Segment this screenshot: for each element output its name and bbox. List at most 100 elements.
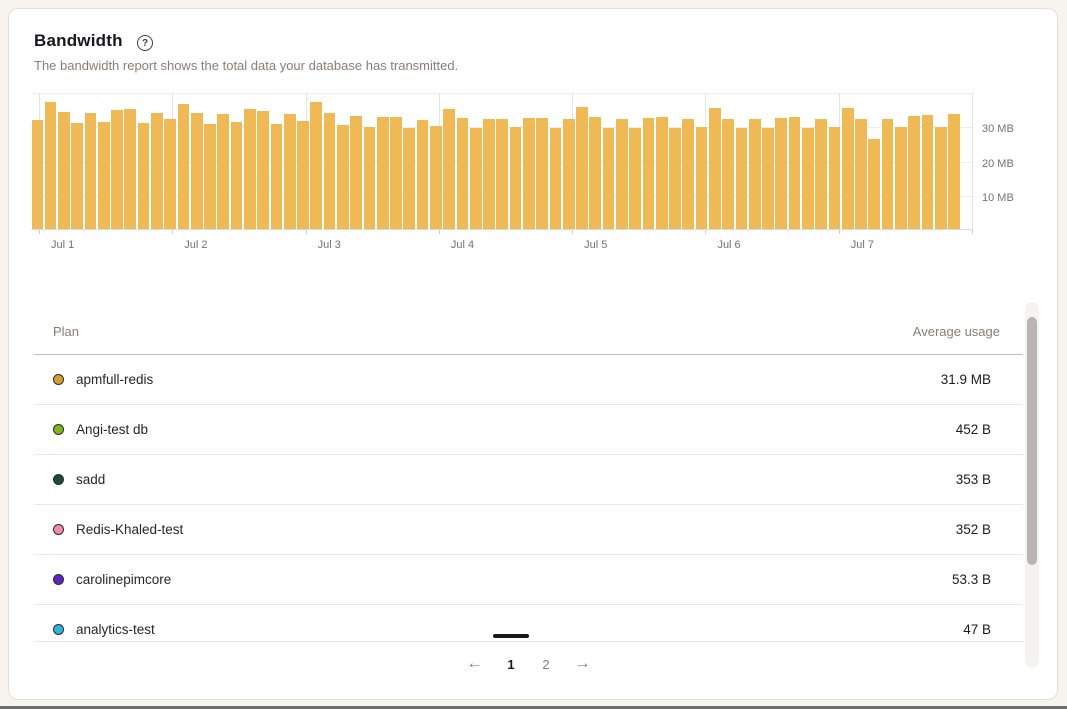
bandwidth-bar bbox=[204, 124, 216, 229]
bandwidth-bar bbox=[510, 127, 522, 229]
bandwidth-bar bbox=[271, 124, 283, 229]
bandwidth-bar bbox=[736, 128, 748, 229]
bandwidth-bar bbox=[138, 123, 150, 229]
plan-name: carolinepimcore bbox=[76, 572, 171, 587]
table-row[interactable]: Redis-Khaled-test352 B bbox=[34, 505, 1023, 555]
bandwidth-bar bbox=[536, 118, 548, 229]
bandwidth-bar bbox=[656, 117, 668, 229]
bandwidth-bar bbox=[98, 122, 110, 229]
bandwidth-bar bbox=[895, 127, 907, 229]
bandwidth-bar bbox=[629, 128, 641, 229]
axis-tick bbox=[839, 230, 840, 234]
x-axis-label: Jul 3 bbox=[318, 239, 341, 251]
bandwidth-bar bbox=[324, 113, 336, 229]
bandwidth-bar bbox=[775, 118, 787, 229]
bandwidth-bar bbox=[443, 109, 455, 229]
bandwidth-card: Bandwidth ? The bandwidth report shows t… bbox=[8, 8, 1058, 700]
bandwidth-bar bbox=[390, 117, 402, 229]
day-gridline bbox=[972, 93, 973, 230]
bandwidth-bar bbox=[762, 128, 774, 229]
bandwidth-bar bbox=[470, 128, 482, 229]
bandwidth-bar bbox=[829, 127, 841, 229]
bandwidth-bar bbox=[71, 123, 83, 229]
column-header-average-usage: Average usage bbox=[913, 324, 1000, 339]
bandwidth-bar bbox=[284, 114, 296, 229]
scrollbar-thumb[interactable] bbox=[1027, 317, 1037, 565]
page-button-2[interactable]: 2 bbox=[529, 657, 564, 672]
table-scrollbar[interactable] bbox=[1025, 302, 1039, 668]
bandwidth-bar bbox=[550, 128, 562, 229]
bandwidth-bar bbox=[643, 118, 655, 229]
plan-usage-table: apmfull-redis 31.9 MB Angi-test db452 Bsad… bbox=[34, 355, 1023, 642]
bandwidth-bar bbox=[58, 112, 70, 229]
plan-color-dot bbox=[53, 474, 64, 485]
bandwidth-bar bbox=[417, 120, 429, 229]
bandwidth-bar bbox=[842, 108, 854, 229]
average-usage-value: 47 B bbox=[963, 622, 991, 637]
axis-tick bbox=[705, 230, 706, 234]
bandwidth-bar bbox=[855, 119, 867, 229]
x-axis-label: Jul 6 bbox=[717, 239, 740, 251]
bandwidth-bar bbox=[32, 120, 44, 229]
page-button-1[interactable]: 1 bbox=[494, 657, 529, 672]
axis-tick bbox=[172, 230, 173, 234]
bandwidth-bar bbox=[350, 116, 362, 229]
table-row[interactable]: Angi-test db452 B bbox=[34, 405, 1023, 455]
plan-name: Redis-Khaled-test bbox=[76, 522, 183, 537]
plan-color-dot bbox=[53, 524, 64, 535]
x-axis-label: Jul 4 bbox=[451, 239, 474, 251]
bandwidth-bar bbox=[789, 117, 801, 229]
page-title: Bandwidth bbox=[34, 31, 123, 51]
plan-color-dot bbox=[53, 424, 64, 435]
bandwidth-bar bbox=[85, 113, 97, 229]
y-axis-label: 30 MB bbox=[982, 123, 1014, 135]
bandwidth-bar bbox=[815, 119, 827, 229]
plan-name: analytics-test bbox=[76, 622, 155, 637]
average-usage-value: 31.9 MB bbox=[941, 372, 991, 387]
bandwidth-bar bbox=[882, 119, 894, 229]
bandwidth-bar bbox=[722, 119, 734, 229]
bandwidth-bar bbox=[217, 114, 229, 229]
previous-page-button[interactable]: ← bbox=[456, 655, 494, 673]
subtitle: The bandwidth report shows the total dat… bbox=[34, 58, 458, 73]
bandwidth-bar bbox=[935, 127, 947, 229]
y-axis-label: 10 MB bbox=[982, 192, 1014, 204]
bandwidth-bar bbox=[802, 128, 814, 229]
bandwidth-bar bbox=[178, 104, 190, 229]
bandwidth-bar bbox=[244, 109, 256, 229]
help-icon[interactable]: ? bbox=[137, 35, 153, 51]
bandwidth-bar bbox=[111, 110, 123, 229]
bandwidth-chart[interactable] bbox=[31, 93, 973, 230]
bandwidth-bar bbox=[297, 121, 309, 229]
plan-name: apmfull-redis bbox=[76, 372, 153, 387]
bandwidth-bar bbox=[576, 107, 588, 229]
table-row[interactable]: apmfull-redis 31.9 MB bbox=[34, 355, 1023, 405]
bandwidth-bar bbox=[523, 118, 535, 229]
bandwidth-bar bbox=[124, 109, 136, 229]
bandwidth-bar bbox=[616, 119, 628, 229]
axis-tick bbox=[306, 230, 307, 234]
next-page-button[interactable]: → bbox=[564, 655, 602, 673]
bandwidth-bar bbox=[403, 128, 415, 229]
bandwidth-bar bbox=[191, 113, 203, 229]
active-page-indicator bbox=[493, 634, 529, 638]
y-axis-label: 20 MB bbox=[982, 158, 1014, 170]
bandwidth-bar bbox=[310, 102, 322, 229]
bandwidth-bar bbox=[669, 128, 681, 229]
bandwidth-bar bbox=[337, 125, 349, 229]
bandwidth-bar bbox=[364, 127, 376, 229]
bandwidth-bar bbox=[377, 117, 389, 229]
bandwidth-bar bbox=[908, 116, 920, 229]
x-axis-label: Jul 1 bbox=[51, 239, 74, 251]
bandwidth-bar bbox=[496, 119, 508, 229]
plan-color-dot bbox=[53, 574, 64, 585]
x-axis-label: Jul 5 bbox=[584, 239, 607, 251]
table-row[interactable]: carolinepimcore 53.3 B bbox=[34, 555, 1023, 605]
table-row[interactable]: sadd353 B bbox=[34, 455, 1023, 505]
plan-color-dot bbox=[53, 624, 64, 635]
bandwidth-bar bbox=[948, 114, 960, 229]
bandwidth-bar bbox=[709, 108, 721, 229]
average-usage-value: 53.3 B bbox=[952, 572, 991, 587]
pagination: ←12→ bbox=[34, 649, 1023, 679]
bandwidth-bar bbox=[696, 127, 708, 229]
